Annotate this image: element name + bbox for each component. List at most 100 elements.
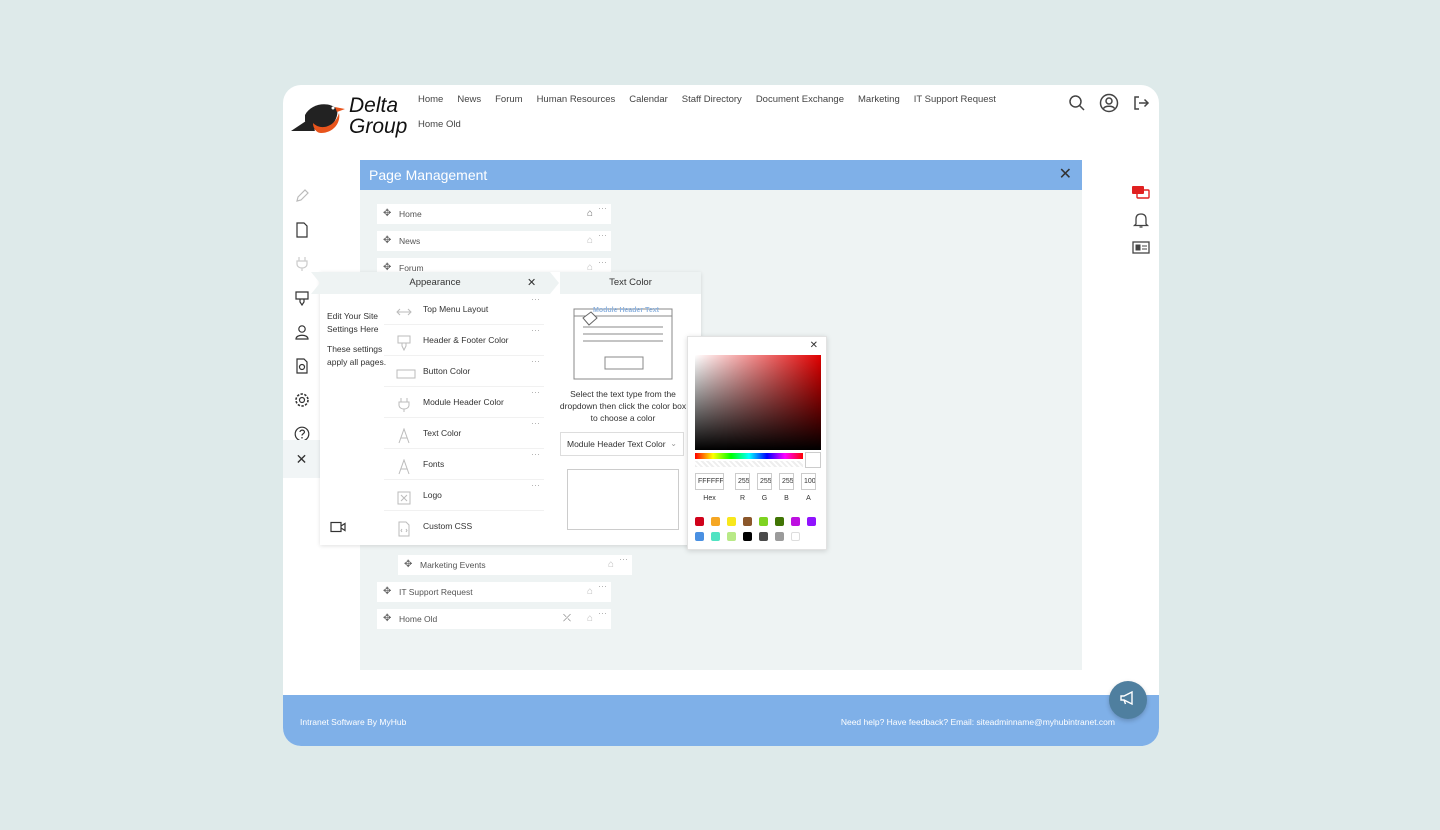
panel-tab-notch — [311, 272, 320, 294]
nav-home-old[interactable]: Home Old — [418, 118, 461, 131]
close-sidebar-button[interactable]: ✕ — [283, 440, 320, 478]
bird-logo-icon — [291, 104, 345, 133]
id-card-icon[interactable] — [1131, 237, 1151, 264]
more-icon[interactable]: ··· — [598, 198, 607, 218]
page-row[interactable]: ✥ IT Support Request ⌂ ··· — [377, 581, 611, 602]
nav-marketing[interactable]: Marketing — [858, 93, 900, 106]
close-picker-button[interactable]: ✕ — [810, 340, 818, 351]
user-circle-icon[interactable] — [1099, 93, 1119, 113]
more-icon[interactable]: ··· — [598, 603, 607, 623]
more-icon[interactable]: ··· — [531, 315, 540, 346]
footer-help[interactable]: Need help? Have feedback? Email: siteadm… — [841, 717, 1115, 727]
logout-icon[interactable] — [1131, 93, 1151, 113]
move-icon[interactable]: ✥ — [383, 609, 391, 629]
more-icon[interactable]: ··· — [598, 576, 607, 596]
home-icon[interactable]: ⌂ — [587, 204, 593, 224]
more-icon[interactable]: ··· — [531, 377, 540, 408]
text-type-select[interactable]: Module Header Text Color ⌄ — [560, 432, 684, 456]
appearance-item-text-color[interactable]: Text Color ··· — [384, 418, 544, 449]
palette-swatch[interactable] — [743, 517, 752, 526]
palette-swatch[interactable] — [775, 517, 784, 526]
palette-swatch[interactable] — [727, 517, 736, 526]
close-modal-button[interactable]: ✕ — [1059, 160, 1072, 190]
move-icon[interactable]: ✥ — [404, 555, 412, 575]
appearance-item-logo[interactable]: Logo ··· — [384, 480, 544, 511]
page-row[interactable]: ✥ News ⌂ ··· — [377, 230, 611, 251]
page-row[interactable]: ✥ Marketing Events ⌂ ··· — [398, 554, 632, 575]
palette-swatch[interactable] — [727, 532, 736, 541]
more-icon[interactable]: ··· — [531, 284, 540, 315]
video-icon[interactable] — [330, 520, 346, 533]
document-settings-icon[interactable] — [289, 349, 315, 383]
appearance-item-custom-css[interactable]: Custom CSS — [384, 511, 544, 542]
appearance-item-header-footer-color[interactable]: Header & Footer Color ··· — [384, 325, 544, 356]
chat-icon[interactable] — [1131, 183, 1151, 210]
page-row[interactable]: ✥ Home ⌂ ··· — [377, 203, 611, 224]
palette-swatch[interactable] — [743, 532, 752, 541]
palette-swatch[interactable] — [759, 532, 768, 541]
brand-logo[interactable]: Delta Group — [289, 95, 419, 141]
palette-swatch[interactable] — [711, 532, 720, 541]
more-icon[interactable]: ··· — [598, 225, 607, 245]
palette-swatch[interactable] — [695, 517, 704, 526]
appearance-item-module-header-color[interactable]: Module Header Color ··· — [384, 387, 544, 418]
home-icon[interactable]: ⌂ — [608, 555, 614, 575]
palette-swatch[interactable] — [759, 517, 768, 526]
a-label: A — [806, 495, 811, 502]
a-input[interactable]: 100 — [801, 473, 816, 490]
palette-swatch[interactable] — [775, 532, 784, 541]
nav-news[interactable]: News — [457, 93, 481, 106]
palette-swatch[interactable] — [695, 532, 704, 541]
appearance-item-button-color[interactable]: Button Color ··· — [384, 356, 544, 387]
more-icon[interactable]: ··· — [598, 252, 607, 272]
pencil-icon[interactable] — [289, 179, 315, 213]
gear-icon[interactable] — [289, 383, 315, 417]
b-input[interactable]: 255 — [779, 473, 794, 490]
hue-slider[interactable] — [695, 453, 803, 459]
home-icon[interactable]: ⌂ — [587, 609, 593, 629]
appearance-menu: Top Menu Layout ··· Header & Footer Colo… — [384, 294, 544, 542]
move-icon[interactable]: ✥ — [383, 582, 391, 602]
page-row-label: News — [399, 236, 421, 246]
more-icon[interactable]: ··· — [531, 408, 540, 439]
palette-swatch[interactable] — [791, 517, 800, 526]
g-input[interactable]: 255 — [757, 473, 772, 490]
move-icon[interactable]: ✥ — [383, 204, 391, 224]
saturation-area[interactable] — [695, 355, 821, 450]
nav-human-resources[interactable]: Human Resources — [537, 93, 616, 106]
nav-forum[interactable]: Forum — [495, 93, 522, 106]
page-icon[interactable] — [289, 213, 315, 247]
appearance-item-top-menu-layout[interactable]: Top Menu Layout ··· — [384, 294, 544, 325]
home-icon[interactable]: ⌂ — [587, 582, 593, 602]
appearance-title: Appearance — [409, 277, 461, 288]
appearance-item-fonts[interactable]: Fonts ··· — [384, 449, 544, 480]
brand-name-line1: Delta — [349, 94, 399, 117]
nav-it-support-request[interactable]: IT Support Request — [914, 93, 996, 106]
more-icon[interactable]: ··· — [531, 439, 540, 470]
page-row[interactable]: ✥ Home Old ⤫ ⌂ ··· — [377, 608, 611, 629]
more-icon[interactable]: ··· — [531, 470, 540, 501]
search-icon[interactable] — [1067, 93, 1087, 113]
home-icon[interactable]: ⌂ — [587, 231, 593, 251]
palette-swatch[interactable] — [791, 532, 800, 541]
color-box[interactable] — [567, 469, 679, 530]
unlink-icon[interactable]: ⤫ — [563, 609, 571, 629]
r-input[interactable]: 255 — [735, 473, 750, 490]
appearance-item-label: Module Header Color — [423, 397, 504, 407]
nav-calendar[interactable]: Calendar — [629, 93, 668, 106]
move-icon[interactable]: ✥ — [383, 231, 391, 251]
more-icon[interactable]: ··· — [531, 346, 540, 377]
button-shape-icon — [396, 364, 416, 380]
more-icon[interactable]: ··· — [619, 549, 628, 569]
palette-swatch[interactable] — [711, 517, 720, 526]
user-icon[interactable] — [289, 315, 315, 349]
nav-staff-directory[interactable]: Staff Directory — [682, 93, 742, 106]
footer-credit[interactable]: Intranet Software By MyHub — [300, 717, 406, 727]
hex-input[interactable]: FFFFFF — [695, 473, 724, 490]
palette-swatch[interactable] — [807, 517, 816, 526]
announcement-button[interactable] — [1109, 681, 1147, 719]
alpha-slider[interactable] — [695, 461, 803, 467]
nav-home[interactable]: Home — [418, 93, 443, 106]
bell-icon[interactable] — [1131, 210, 1151, 237]
nav-document-exchange[interactable]: Document Exchange — [756, 93, 844, 106]
